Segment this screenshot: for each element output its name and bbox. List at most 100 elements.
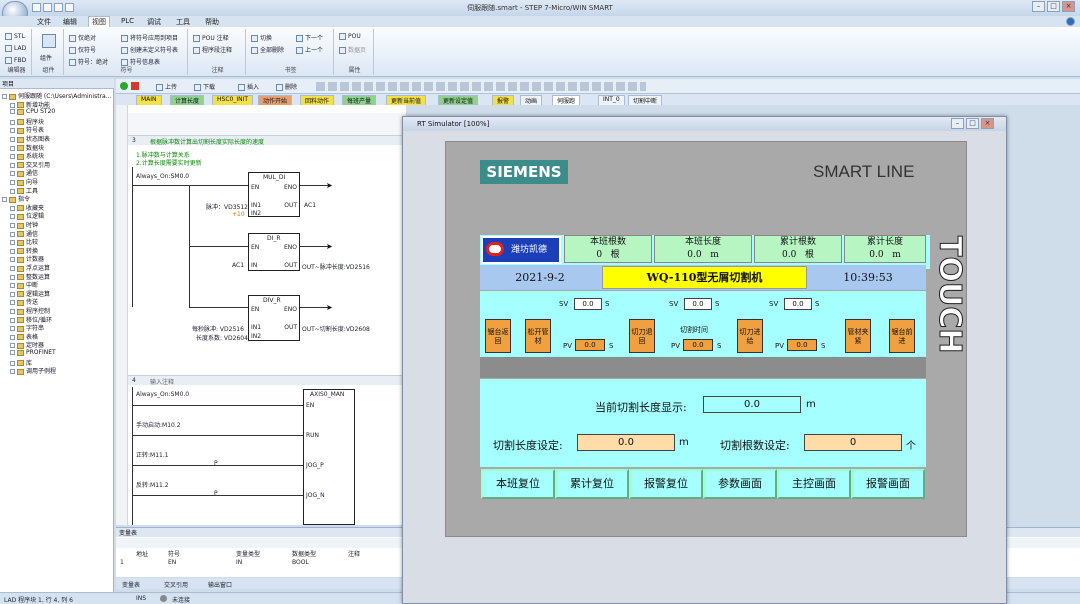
tab-pou[interactable]: 每班产量 — [342, 95, 377, 105]
menu-edit[interactable]: 编辑 — [60, 17, 80, 27]
expand-icon[interactable] — [10, 119, 15, 125]
pou-button[interactable]: POU — [339, 33, 361, 40]
tab-pou[interactable]: 报警 — [492, 95, 515, 105]
hmi-action-button[interactable]: 松开管材 — [525, 319, 551, 353]
tab-pou[interactable]: 动作开始 — [258, 95, 293, 105]
tab-pou[interactable]: 更新当前值 — [386, 95, 427, 105]
tree-item[interactable]: CPU ST20 — [10, 108, 55, 115]
data-page-button[interactable]: 数据页 — [339, 45, 366, 54]
expand-icon[interactable] — [10, 240, 15, 246]
sim-minimize-button[interactable]: – — [951, 118, 964, 129]
expand-icon[interactable] — [10, 231, 15, 237]
row-var-type[interactable]: IN — [236, 559, 242, 566]
sv-input[interactable]: 0.0 — [784, 298, 812, 310]
menu-tools[interactable]: 工具 — [173, 17, 193, 27]
hmi-action-button[interactable]: 切刀进给 — [737, 319, 763, 353]
sv-input[interactable]: 0.0 — [684, 298, 712, 310]
expand-icon[interactable] — [10, 145, 15, 151]
nav-button[interactable]: 累计复位 — [555, 469, 629, 499]
expand-icon[interactable] — [2, 197, 7, 203]
tab-cross-ref[interactable]: 交叉引用 — [164, 580, 188, 589]
tab-pou[interactable]: 更新设定值 — [438, 95, 479, 105]
hmi-action-button[interactable]: 锯台前进 — [889, 319, 915, 353]
expand-icon[interactable] — [10, 326, 15, 332]
set-length-input[interactable]: 0.0 — [577, 434, 675, 451]
maximize-button[interactable]: □ — [1047, 1, 1060, 12]
expand-icon[interactable] — [10, 274, 15, 280]
expand-icon[interactable] — [10, 109, 15, 115]
download-button[interactable]: 下载 — [194, 82, 215, 91]
apply-symbol-button[interactable]: 将符号应用到项目 — [121, 33, 178, 42]
menu-file[interactable]: 文件 — [34, 17, 54, 27]
close-button[interactable]: × — [1062, 1, 1075, 12]
insert-button[interactable]: 插入 — [238, 82, 259, 91]
help-icon[interactable] — [1066, 17, 1075, 26]
axis0-man-block[interactable]: AXIS0_MAN EN RUN JOG_P JOG_N — [303, 389, 355, 525]
toolbar-icons[interactable] — [316, 82, 646, 91]
tab-output[interactable]: 输出窗口 — [208, 580, 232, 589]
tab-pou[interactable]: 伺服跑 — [552, 95, 581, 105]
upload-button[interactable]: 上传 — [156, 82, 177, 91]
tab-pou[interactable]: 回料动作 — [300, 95, 335, 105]
menu-help[interactable]: 帮助 — [202, 17, 222, 27]
tree-item[interactable]: PROFINET — [10, 349, 56, 356]
minimize-button[interactable]: – — [1032, 1, 1045, 12]
open-icon[interactable] — [43, 3, 52, 12]
mul-di-block[interactable]: MUL_DI EN ENO IN1 IN2 OUT — [248, 172, 300, 217]
menu-plc[interactable]: PLC — [118, 17, 137, 25]
pou-comment-button[interactable]: POU 注释 — [193, 33, 229, 42]
expand-icon[interactable] — [10, 300, 15, 306]
expand-icon[interactable] — [10, 171, 15, 177]
expand-icon[interactable] — [2, 94, 7, 99]
expand-icon[interactable] — [10, 102, 15, 108]
nav-button[interactable]: 参数画面 — [703, 469, 777, 499]
prev-bookmark-button[interactable]: 上一个 — [296, 45, 323, 54]
expand-icon[interactable] — [10, 128, 15, 134]
expand-icon[interactable] — [10, 334, 15, 340]
fbd-button[interactable]: FBD — [5, 57, 26, 64]
sim-maximize-button[interactable]: □ — [966, 118, 979, 129]
create-undefined-symbol-button[interactable]: 创建未定义符号表 — [121, 45, 178, 54]
toggle-bookmark-button[interactable]: 切换 — [251, 33, 272, 42]
expand-icon[interactable] — [10, 214, 15, 220]
lad-button[interactable]: LAD — [5, 45, 26, 52]
expand-icon[interactable] — [10, 205, 15, 211]
tab-pou[interactable]: INT_0 — [598, 95, 625, 105]
symbol-only-button[interactable]: 仅符号 — [69, 45, 96, 54]
save-icon[interactable] — [54, 3, 63, 12]
expand-icon[interactable] — [10, 283, 15, 289]
tab-var-table[interactable]: 变量表 — [122, 580, 140, 589]
expand-icon[interactable] — [10, 223, 15, 228]
nav-button[interactable]: 报警画面 — [851, 469, 925, 499]
di-r-block[interactable]: DI_R EN ENO IN OUT — [248, 233, 300, 271]
expand-icon[interactable] — [10, 162, 15, 168]
nav-button[interactable]: 本班复位 — [481, 469, 555, 499]
next-bookmark-button[interactable]: 下一个 — [296, 33, 323, 42]
menu-debug[interactable]: 调试 — [144, 17, 164, 27]
tab-pou[interactable]: 动画 — [520, 95, 543, 105]
expand-icon[interactable] — [10, 360, 15, 366]
delete-all-bookmarks-button[interactable]: 全部删除 — [251, 45, 284, 54]
div-r-block[interactable]: DIV_R EN ENO IN1 IN2 OUT — [248, 295, 300, 341]
absolute-only-button[interactable]: 仅绝对 — [69, 33, 96, 42]
row-symbol[interactable]: EN — [168, 559, 176, 566]
expand-icon[interactable] — [10, 343, 15, 349]
expand-icon[interactable] — [10, 369, 15, 375]
row-data-type[interactable]: BOOL — [292, 559, 309, 566]
stop-icon[interactable] — [131, 82, 139, 90]
hmi-action-button[interactable]: 切刀退回 — [629, 319, 655, 353]
tab-pou[interactable]: 计算长度 — [170, 95, 205, 105]
run-icon[interactable] — [120, 82, 128, 90]
expand-icon[interactable] — [10, 180, 15, 185]
ladder-editor[interactable]: 3 根据脉冲数计算出切割长度实际长度的速度 1.脉冲数与计算关系 2.计算长度需… — [116, 105, 406, 525]
expand-icon[interactable] — [10, 309, 15, 314]
component-button[interactable]: 组件 — [40, 53, 52, 62]
expand-icon[interactable] — [10, 188, 15, 194]
expand-icon[interactable] — [10, 248, 15, 254]
expand-icon[interactable] — [10, 317, 15, 323]
set-count-input[interactable]: 0 — [804, 434, 902, 451]
component-icon[interactable] — [42, 34, 56, 48]
tab-pou[interactable]: HSC0_INIT — [212, 95, 254, 105]
sim-close-button[interactable]: × — [981, 118, 994, 129]
expand-icon[interactable] — [10, 350, 15, 355]
